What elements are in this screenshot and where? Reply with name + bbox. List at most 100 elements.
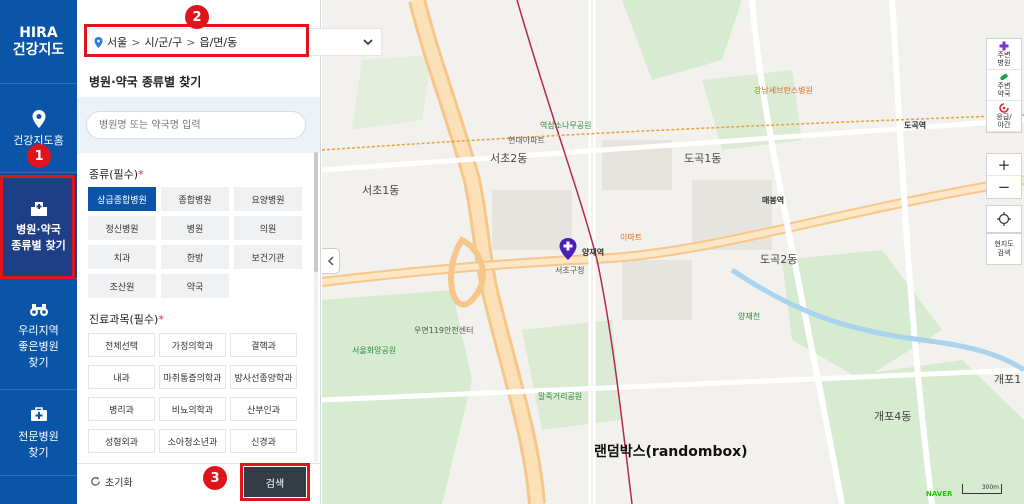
zoom-control: + − <box>986 153 1022 199</box>
dept-option-urology[interactable]: 비뇨의학과 <box>159 397 226 421</box>
map-label-mal-park: 말죽거리공원 <box>538 392 583 401</box>
rail-item-label-line2: 종류별 찾기 <box>11 239 66 252</box>
tool-label-line2: 약국 <box>997 90 1011 98</box>
tool-label-line1: 응급/ <box>996 113 1012 121</box>
tool-label-line1: 주변 <box>997 51 1011 59</box>
zoom-out-button[interactable]: − <box>987 176 1021 198</box>
rail-item-label-line2: 찾기 <box>28 446 49 459</box>
required-mark: * <box>138 168 144 181</box>
type-option-tertiary-hospital[interactable]: 상급종합병원 <box>88 187 156 211</box>
region-separator: > <box>186 35 196 49</box>
type-option-oriental[interactable]: 한방 <box>161 245 229 269</box>
map-filter-tools: 주변 병원 주변 약국 응급/ 야간 <box>986 38 1022 133</box>
zoom-in-button[interactable]: + <box>987 154 1021 176</box>
map-label-seocho2: 서초2동 <box>490 152 528 165</box>
panel-scrollbar[interactable] <box>314 152 318 462</box>
tool-label-line2: 병원 <box>997 59 1011 67</box>
hospital-name-search-input[interactable] <box>86 111 306 139</box>
tool-label-line2: 야간 <box>997 121 1011 129</box>
map-label-dogok1: 도곡1동 <box>684 152 722 165</box>
nearby-hospital-button[interactable]: 주변 병원 <box>987 39 1021 70</box>
crosshair-icon <box>997 212 1011 226</box>
map-label-seocho-office: 서초구청 <box>555 266 585 275</box>
type-label-text: 종류(필수) <box>89 168 139 181</box>
dept-option-plastic-surgery[interactable]: 성형외과 <box>88 429 155 453</box>
specialist-hospital-icon <box>30 407 47 421</box>
region-sigungu: 시/군/구 <box>144 36 183 49</box>
type-option-health-center[interactable]: 보건기관 <box>234 245 302 269</box>
panel-scrollbar-thumb[interactable] <box>314 152 318 272</box>
dept-option-pathology[interactable]: 병리과 <box>88 397 155 421</box>
type-option-dental[interactable]: 치과 <box>88 245 156 269</box>
region-separator: > <box>131 35 141 49</box>
refresh-icon <box>91 476 100 486</box>
rail-item-label-line1: 병원·약국 <box>16 223 61 236</box>
dept-option-pediatrics[interactable]: 소아청소년과 <box>159 429 226 453</box>
watermark-text: 랜덤박스(randombox) <box>594 444 748 460</box>
reset-button[interactable]: 초기화 <box>90 474 133 489</box>
search-button[interactable]: 검색 <box>244 467 306 497</box>
type-option-mental-hospital[interactable]: 정신병원 <box>88 216 156 240</box>
left-navigation-rail: HIRA 건강지도 건강지도홈 병원·약국 종류별 찾기 우리지역 좋은병원 찾… <box>0 0 77 504</box>
dept-option-internal-medicine[interactable]: 내과 <box>88 365 155 389</box>
map-label-seoul-park: 서울화양공원 <box>352 346 397 355</box>
dept-option-family-medicine[interactable]: 가정의학과 <box>159 333 226 357</box>
nearby-pharmacy-button[interactable]: 주변 약국 <box>987 70 1021 101</box>
emergency-icon <box>999 103 1009 113</box>
logo-text-hira: HIRA <box>19 24 58 41</box>
location-pin-icon <box>94 36 103 48</box>
search-panel: 병원·약국 종류별 찾기 종류(필수)* 상급종합병원 종합병원 요양병원 정신… <box>77 0 321 504</box>
panel-title: 병원·약국 종류별 찾기 <box>89 75 202 89</box>
panel-collapse-button[interactable] <box>322 248 340 274</box>
map-label-emart: 이마트 <box>620 233 643 242</box>
rail-item-good-hospital[interactable]: 우리지역 좋은병원 찾기 <box>0 280 77 390</box>
rail-item-hospital-type-search[interactable]: 병원·약국 종류별 찾기 <box>0 174 77 279</box>
type-option-midwifery[interactable]: 조산원 <box>88 274 156 298</box>
dept-option-obstetrics[interactable]: 산부인과 <box>230 397 297 421</box>
department-label-text: 진료과목(필수) <box>89 313 159 326</box>
rail-item-label-line3: 찾기 <box>28 355 49 369</box>
department-section-label: 진료과목(필수)* <box>89 311 164 327</box>
annotation-badge-2: 2 <box>185 5 209 29</box>
map-label-woomyeon-119: 우면119안전센터 <box>414 326 474 335</box>
annotation-badge-1: 1 <box>27 144 51 168</box>
region-sido: 서울 <box>107 36 128 49</box>
type-option-nursing-hospital[interactable]: 요양병원 <box>234 187 302 211</box>
dept-option-tuberculosis[interactable]: 결핵과 <box>230 333 297 357</box>
annotation-badge-3: 3 <box>203 466 227 490</box>
hospital-building-icon <box>30 202 47 216</box>
hira-logo[interactable]: HIRA 건강지도 <box>0 0 77 84</box>
map-view[interactable]: 서초1동 서초2동 도곡1동 도곡2동 개포4동 개포1 양재역 매봉역 도곡역… <box>322 0 1024 504</box>
dept-option-radiation-oncology[interactable]: 방사선종양학과 <box>230 365 297 389</box>
pharmacy-pill-icon <box>1000 73 1008 81</box>
chevron-down-icon <box>363 39 373 46</box>
map-label-gaepo4: 개포4동 <box>874 410 912 423</box>
current-location-button[interactable] <box>986 205 1022 233</box>
dept-option-anesthesiology[interactable]: 마취통증의학과 <box>159 365 226 389</box>
dept-option-neurology[interactable]: 신경과 <box>230 429 297 453</box>
naver-logo: NAVER <box>926 490 953 498</box>
map-label-seocho1: 서초1동 <box>362 184 400 197</box>
search-this-area-button[interactable]: 현지도 검색 <box>986 233 1022 265</box>
reset-label: 초기화 <box>105 478 133 489</box>
map-background <box>322 0 1024 504</box>
type-option-pharmacy[interactable]: 약국 <box>161 274 229 298</box>
map-scale-bar: 300m <box>962 484 1002 494</box>
location-pin-icon <box>32 109 45 128</box>
map-label-hyundai-apt: 현대아파트 <box>508 136 545 145</box>
hospital-marker-icon[interactable] <box>559 238 577 260</box>
emergency-night-button[interactable]: 응급/ 야간 <box>987 101 1021 132</box>
rail-item-label-line1: 우리지역 <box>18 323 59 337</box>
search-area-line1: 현지도 <box>994 240 1014 248</box>
rail-item-specialist-hospital[interactable]: 전문병원 찾기 <box>0 391 77 476</box>
dept-option-select-all[interactable]: 전체선택 <box>88 333 155 357</box>
type-option-hospital[interactable]: 병원 <box>161 216 229 240</box>
map-label-dogok-station: 도곡역 <box>904 121 927 130</box>
type-option-general-hospital[interactable]: 종합병원 <box>161 187 229 211</box>
type-option-clinic[interactable]: 의원 <box>234 216 302 240</box>
map-label-maebong-station: 매봉역 <box>762 196 785 205</box>
map-label-gaepo1: 개포1 <box>994 373 1022 386</box>
search-zone <box>77 97 320 153</box>
hospital-plus-icon <box>999 41 1009 51</box>
region-selector[interactable]: 서울 > 시/군/구 > 읍/면/동 <box>86 28 382 56</box>
